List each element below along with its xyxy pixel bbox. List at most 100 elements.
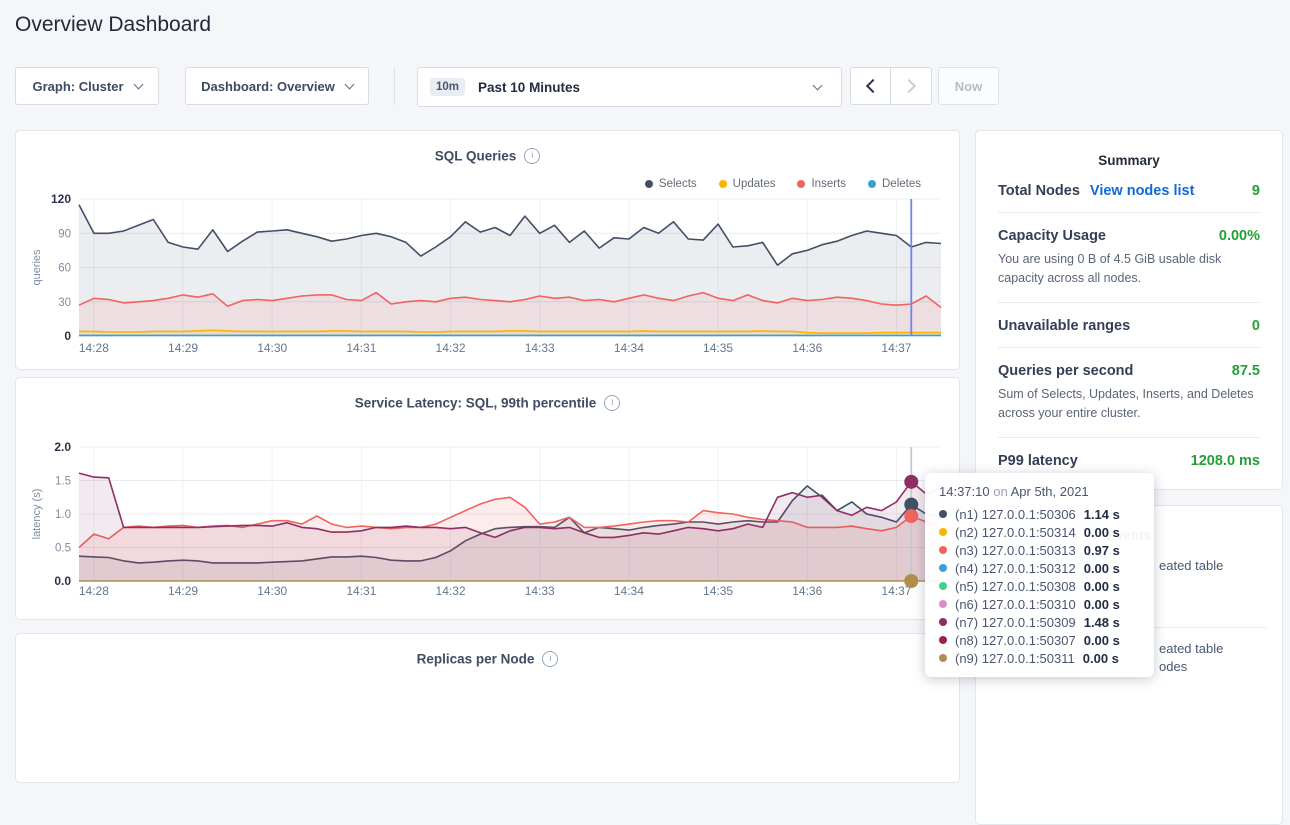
svg-text:14:30: 14:30 [257, 584, 287, 598]
svg-text:14:29: 14:29 [168, 341, 198, 355]
tooltip-node-value: 0.00 s [1084, 579, 1120, 594]
qps-label: Queries per second [998, 363, 1133, 379]
summary-title: Summary [998, 153, 1260, 168]
service-latency-title: Service Latency: SQL, 99th percentile [355, 395, 597, 410]
chevron-down-icon [813, 80, 823, 90]
tooltip-node-address: (n6) 127.0.0.1:50310 [955, 597, 1076, 612]
page-title: Overview Dashboard [15, 13, 211, 37]
total-nodes-label: Total Nodes [998, 183, 1080, 199]
svg-text:0.0: 0.0 [54, 574, 71, 588]
svg-text:14:31: 14:31 [346, 584, 376, 598]
service-latency-title-row: Service Latency: SQL, 99th percentile [16, 394, 959, 412]
unavailable-ranges-label: Unavailable ranges [998, 318, 1130, 334]
svg-text:0: 0 [64, 329, 71, 343]
overview-dashboard-page: Overview Dashboard Graph: Cluster Dashbo… [0, 0, 1290, 689]
svg-text:14:31: 14:31 [346, 341, 376, 355]
svg-text:90: 90 [58, 228, 71, 240]
time-pager [850, 67, 932, 105]
tooltip-rows: (n1) 127.0.0.1:50306 1.14 s (n2) 127.0.0.1… [939, 505, 1140, 667]
svg-text:14:29: 14:29 [168, 584, 198, 598]
svg-text:14:30: 14:30 [257, 341, 287, 355]
node-color-dot-icon [939, 654, 947, 662]
tooltip-node-address: (n1) 127.0.0.1:50306 [955, 507, 1076, 522]
svg-text:14:36: 14:36 [792, 341, 822, 355]
replicas-title: Replicas per Node [417, 651, 535, 666]
tooltip-node-value: 1.14 s [1084, 507, 1120, 522]
chart-hover-tooltip: 14:37:10 on Apr 5th, 2021 (n1) 127.0.0.1… [925, 473, 1154, 677]
tooltip-node-row: (n5) 127.0.0.1:503080.00 s [939, 577, 1140, 595]
node-color-dot-icon [939, 636, 947, 644]
tooltip-node-row: (n6) 127.0.0.1:50310 0.00 s [939, 595, 1140, 613]
qps-value: 87.5 [1232, 363, 1260, 379]
summary-row-capacity-usage: Capacity Usage 0.00% You are using 0 B o… [998, 213, 1260, 303]
svg-text:1.5: 1.5 [55, 476, 71, 488]
tooltip-node-value: 0.00 s [1084, 561, 1120, 576]
event-item[interactable]: eated table [1159, 558, 1223, 573]
sql-queries-chart[interactable]: 14:2814:2914:3014:3114:3214:3314:3414:35… [16, 176, 961, 361]
p99-latency-label: P99 latency [998, 453, 1078, 469]
capacity-usage-value: 0.00% [1219, 228, 1260, 244]
svg-text:14:32: 14:32 [436, 584, 466, 598]
time-range-badge: 10m [430, 78, 465, 96]
graph-scope-dropdown[interactable]: Graph: Cluster [15, 67, 159, 105]
tooltip-node-address: (n9) 127.0.0.1:50311 [955, 651, 1075, 666]
unavailable-ranges-value: 0 [1252, 318, 1260, 334]
tooltip-node-address: (n2) 127.0.0.1:50314 [955, 525, 1076, 540]
node-color-dot-icon [939, 618, 947, 626]
sql-queries-card: SQL Queries SelectsUpdatesInsertsDeletes… [15, 130, 960, 370]
view-nodes-list-link[interactable]: View nodes list [1090, 183, 1195, 199]
tooltip-node-address: (n8) 127.0.0.1:50307 [955, 633, 1076, 648]
info-icon[interactable] [524, 148, 540, 164]
controls-divider [394, 67, 395, 105]
time-range-picker[interactable]: 10m Past 10 Minutes [417, 67, 842, 107]
tooltip-node-row: (n8) 127.0.0.1:503070.00 s [939, 631, 1140, 649]
tooltip-node-row: (n7) 127.0.0.1:503091.48 s [939, 613, 1140, 631]
svg-text:14:34: 14:34 [614, 584, 644, 598]
svg-text:14:33: 14:33 [525, 341, 555, 355]
info-icon[interactable] [604, 395, 620, 411]
svg-text:14:28: 14:28 [79, 341, 109, 355]
dashboard-controls: Graph: Cluster Dashboard: Overview 10m P… [0, 67, 1290, 107]
summary-row-total-nodes: Total Nodes View nodes list 9 [998, 168, 1260, 213]
info-icon[interactable] [542, 651, 558, 667]
p99-latency-value: 1208.0 ms [1191, 453, 1260, 469]
event-item[interactable]: eated table [1159, 641, 1223, 656]
svg-text:120: 120 [51, 192, 71, 206]
node-color-dot-icon [939, 582, 947, 590]
svg-text:14:32: 14:32 [436, 341, 466, 355]
node-color-dot-icon [939, 546, 947, 554]
time-next-button[interactable] [891, 67, 932, 105]
summary-row-unavailable-ranges: Unavailable ranges 0 [998, 303, 1260, 348]
tooltip-node-address: (n4) 127.0.0.1:50312 [955, 561, 1076, 576]
tooltip-node-value: 0.00 s [1084, 597, 1120, 612]
time-prev-button[interactable] [850, 67, 891, 105]
tooltip-node-value: 0.97 s [1084, 543, 1120, 558]
node-color-dot-icon [939, 600, 947, 608]
svg-text:14:28: 14:28 [79, 584, 109, 598]
svg-text:14:34: 14:34 [614, 341, 644, 355]
tooltip-node-value: 0.00 s [1084, 525, 1120, 540]
svg-text:0.5: 0.5 [55, 543, 71, 555]
tooltip-node-address: (n3) 127.0.0.1:50313 [955, 543, 1076, 558]
tooltip-node-row: (n3) 127.0.0.1:50313 0.97 s [939, 541, 1140, 559]
total-nodes-value: 9 [1252, 183, 1260, 199]
now-button[interactable]: Now [938, 67, 999, 105]
tooltip-node-address: (n7) 127.0.0.1:50309 [955, 615, 1076, 630]
summary-panel: Summary Total Nodes View nodes list 9 Ca… [975, 130, 1283, 490]
sql-queries-title: SQL Queries [435, 148, 517, 163]
svg-text:14:33: 14:33 [525, 584, 555, 598]
chevron-down-icon [133, 79, 143, 89]
event-item[interactable]: odes [1159, 659, 1187, 674]
capacity-usage-desc: You are using 0 B of 4.5 GiB usable disk… [998, 250, 1260, 289]
capacity-usage-label: Capacity Usage [998, 228, 1106, 244]
svg-text:30: 30 [58, 297, 71, 309]
tooltip-node-row: (n4) 127.0.0.1:50312 0.00 s [939, 559, 1140, 577]
chevron-down-icon [344, 79, 354, 89]
node-color-dot-icon [939, 564, 947, 572]
dashboard-dropdown[interactable]: Dashboard: Overview [185, 67, 369, 105]
graph-scope-label: Graph: Cluster [32, 79, 123, 94]
replicas-title-row: Replicas per Node [16, 650, 959, 668]
svg-text:queries: queries [31, 249, 43, 286]
svg-text:14:35: 14:35 [703, 584, 733, 598]
service-latency-chart[interactable]: 14:28 14:29 14:30 14:31 14:32 14:33 14:34 14:35… [16, 433, 961, 603]
